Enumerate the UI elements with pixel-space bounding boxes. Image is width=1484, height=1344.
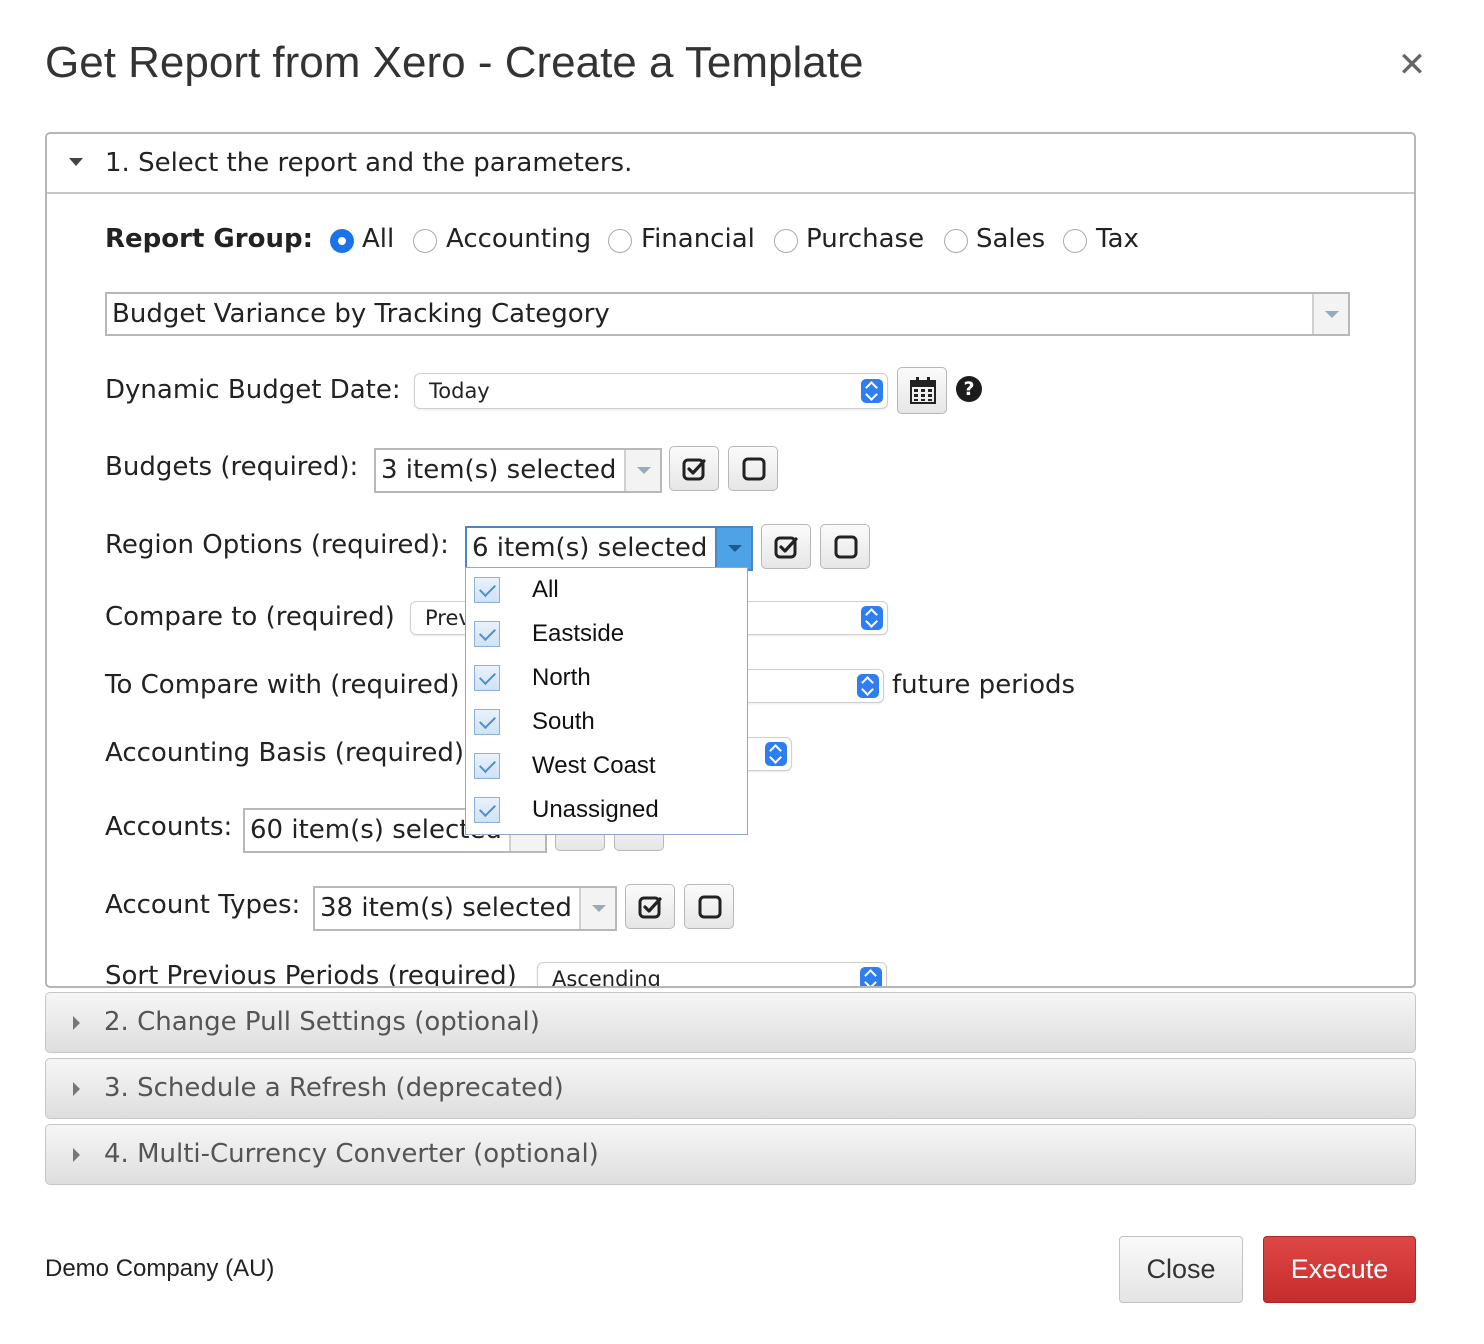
checkbox-checked-icon[interactable] — [474, 621, 500, 647]
square-icon — [698, 895, 722, 919]
radio-sales-label[interactable]: Sales — [976, 224, 1045, 254]
future-periods-label: future periods — [892, 670, 1076, 700]
calendar-icon — [910, 377, 936, 404]
dropdown-item-label: North — [532, 664, 591, 691]
sort-previous-periods-label: Sort Previous Periods (required) — [105, 961, 517, 988]
region-select-all-button[interactable] — [761, 524, 811, 569]
dropdown-item-label: South — [532, 708, 595, 735]
section-select-report: 1. Select the report and the parameters.… — [45, 132, 1416, 988]
radio-sales[interactable] — [944, 229, 968, 253]
dropdown-item-eastside[interactable]: Eastside — [466, 612, 747, 656]
radio-purchase-label[interactable]: Purchase — [806, 224, 924, 254]
caret-right-icon — [73, 1082, 80, 1096]
dropdown-item-north[interactable]: North — [466, 656, 747, 700]
report-select-value: Budget Variance by Tracking Category — [112, 299, 610, 329]
dropdown-item-label: Eastside — [532, 620, 625, 647]
close-icon[interactable]: ✕ — [1392, 40, 1432, 90]
report-select[interactable]: Budget Variance by Tracking Category — [105, 292, 1350, 336]
compare-to-value: Prev — [425, 606, 471, 630]
square-icon — [742, 457, 766, 481]
select-stepper-icon — [765, 742, 787, 766]
chevron-down-icon[interactable] — [624, 450, 660, 491]
radio-purchase[interactable] — [774, 229, 798, 253]
region-options-dropdown: All Eastside North South West Coast Unas… — [465, 567, 748, 835]
section-header-1[interactable]: 1. Select the report and the parameters. — [47, 134, 1414, 194]
report-group-label: Report Group: — [105, 224, 313, 254]
radio-accounting-label[interactable]: Accounting — [446, 224, 591, 254]
accounts-label: Accounts: — [105, 812, 233, 842]
select-stepper-icon — [861, 606, 883, 630]
compare-to-label: Compare to (required) — [105, 602, 395, 632]
section-pull-settings[interactable]: 2. Change Pull Settings (optional) — [45, 992, 1416, 1053]
radio-all[interactable] — [330, 229, 354, 253]
budgets-select-all-button[interactable] — [669, 446, 719, 491]
select-stepper-icon — [857, 674, 879, 698]
dropdown-item-unassigned[interactable]: Unassigned — [466, 788, 747, 832]
budgets-clear-button[interactable] — [728, 446, 778, 491]
chevron-down-icon[interactable] — [579, 888, 615, 929]
radio-financial[interactable] — [608, 229, 632, 253]
region-options-label: Region Options (required): — [105, 530, 449, 560]
section-schedule-refresh[interactable]: 3. Schedule a Refresh (deprecated) — [45, 1058, 1416, 1119]
checkbox-checked-icon[interactable] — [474, 709, 500, 735]
dropdown-item-south[interactable]: South — [466, 700, 747, 744]
dynamic-budget-date-select[interactable]: Today — [414, 373, 888, 409]
company-name: Demo Company (AU) — [45, 1255, 275, 1282]
radio-financial-label[interactable]: Financial — [641, 224, 755, 254]
account-types-select[interactable]: 38 item(s) selected — [313, 886, 617, 931]
square-icon — [834, 535, 858, 559]
budgets-label: Budgets (required): — [105, 452, 359, 482]
check-square-icon — [638, 896, 662, 919]
section-schedule-refresh-label: 3. Schedule a Refresh (deprecated) — [104, 1073, 564, 1103]
dropdown-item-label: Unassigned — [532, 796, 659, 823]
section-header-1-label: 1. Select the report and the parameters. — [105, 148, 633, 178]
caret-down-icon — [69, 158, 83, 166]
to-compare-with-label: To Compare with (required) — [105, 670, 460, 700]
dialog-title: Get Report from Xero - Create a Template — [45, 38, 864, 87]
dropdown-item-label: West Coast — [532, 752, 656, 779]
select-stepper-icon — [861, 379, 883, 403]
sort-previous-periods-select[interactable]: Ascending — [537, 962, 887, 988]
accounting-basis-label: Accounting Basis (required) — [105, 738, 465, 768]
caret-right-icon — [73, 1016, 80, 1030]
caret-right-icon — [73, 1148, 80, 1162]
account-types-select-all-button[interactable] — [625, 884, 675, 929]
dropdown-item-west-coast[interactable]: West Coast — [466, 744, 747, 788]
checkbox-checked-icon[interactable] — [474, 753, 500, 779]
region-clear-button[interactable] — [820, 524, 870, 569]
budgets-select[interactable]: 3 item(s) selected — [374, 448, 662, 493]
radio-tax[interactable] — [1063, 229, 1087, 253]
budgets-select-value: 3 item(s) selected — [381, 455, 617, 485]
dynamic-budget-date-label: Dynamic Budget Date: — [105, 375, 401, 405]
checkbox-checked-icon[interactable] — [474, 797, 500, 823]
dropdown-item-all[interactable]: All — [466, 568, 747, 612]
radio-tax-label[interactable]: Tax — [1096, 224, 1139, 254]
calendar-button[interactable] — [897, 367, 947, 414]
execute-button[interactable]: Execute — [1263, 1236, 1416, 1303]
account-types-clear-button[interactable] — [684, 884, 734, 929]
chevron-down-icon[interactable] — [1312, 294, 1348, 334]
dropdown-item-label: All — [532, 576, 559, 603]
account-types-select-value: 38 item(s) selected — [320, 893, 572, 923]
dynamic-budget-date-value: Today — [429, 379, 490, 403]
sort-previous-periods-value: Ascending — [552, 967, 661, 988]
radio-accounting[interactable] — [413, 229, 437, 253]
checkbox-checked-icon[interactable] — [474, 665, 500, 691]
section-pull-settings-label: 2. Change Pull Settings (optional) — [104, 1007, 540, 1037]
section-multi-currency-label: 4. Multi-Currency Converter (optional) — [104, 1139, 599, 1169]
close-button[interactable]: Close — [1119, 1236, 1243, 1303]
help-icon[interactable]: ? — [956, 376, 982, 402]
chevron-down-icon[interactable] — [715, 528, 751, 569]
check-square-icon — [774, 536, 798, 559]
radio-all-label[interactable]: All — [362, 224, 394, 254]
check-square-icon — [682, 458, 706, 481]
checkbox-checked-icon[interactable] — [474, 577, 500, 603]
select-stepper-icon — [860, 967, 882, 986]
region-options-select-value: 6 item(s) selected — [472, 533, 708, 563]
section-multi-currency[interactable]: 4. Multi-Currency Converter (optional) — [45, 1124, 1416, 1185]
region-options-select[interactable]: 6 item(s) selected — [465, 526, 753, 571]
account-types-label: Account Types: — [105, 890, 301, 920]
